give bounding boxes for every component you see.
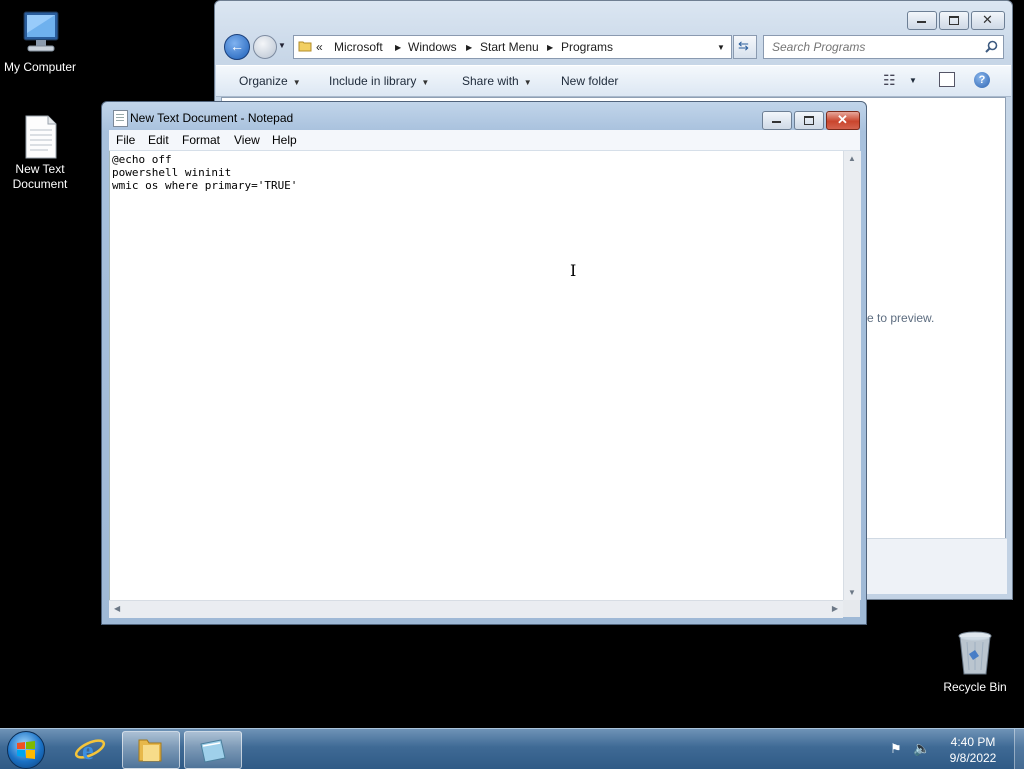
close-icon: ✕: [837, 112, 848, 127]
folder-icon: [298, 41, 312, 52]
back-button[interactable]: ←: [224, 34, 250, 60]
minimize-button[interactable]: [762, 111, 792, 130]
breadcrumb-separator-icon[interactable]: ▶: [395, 43, 401, 52]
command-bar: Organize ▼ Include in library ▼ Share with…: [216, 65, 1011, 97]
taskbar: e ⚑ 🔈 4:40 PM 9/8/2022: [0, 728, 1024, 769]
window-title: New Text Document - Notepad: [130, 111, 294, 125]
include-in-library-label: Include in library: [329, 74, 417, 88]
view-options-dropdown-icon[interactable]: ▼: [909, 76, 917, 85]
organize-menu[interactable]: Organize ▼: [239, 74, 301, 88]
close-button[interactable]: ✕: [826, 111, 860, 130]
text-editor[interactable]: [110, 151, 837, 598]
clock-time: 4:40 PM: [950, 735, 996, 749]
text-cursor-icon: I: [570, 261, 577, 280]
minimize-button[interactable]: [907, 11, 937, 30]
share-with-menu[interactable]: Share with ▼: [462, 74, 532, 88]
notepad-icon: [200, 739, 226, 763]
folder-icon: [138, 739, 162, 762]
start-button[interactable]: [7, 731, 45, 769]
internet-explorer-icon: e: [74, 736, 106, 764]
menu-view[interactable]: View: [234, 133, 260, 147]
menu-bar: File Edit Format View Help: [109, 130, 860, 151]
refresh-icon: ⇆: [738, 38, 749, 53]
desktop-icon-label: My Computer: [3, 60, 77, 74]
minimize-icon: [772, 121, 781, 123]
size-grip[interactable]: [843, 600, 860, 617]
recent-pages-dropdown-icon[interactable]: ▼: [278, 41, 286, 50]
menu-format[interactable]: Format: [182, 133, 220, 147]
share-with-label: Share with: [462, 74, 519, 88]
menu-edit[interactable]: Edit: [148, 133, 169, 147]
breadcrumb-separator-icon[interactable]: ▶: [547, 43, 553, 52]
desktop-icon-recycle-bin[interactable]: Recycle Bin: [935, 630, 1015, 695]
scroll-right-icon[interactable]: ▶: [832, 604, 838, 613]
desktop-icon-new-text-document[interactable]: New Text Document: [0, 114, 80, 192]
taskbar-windows-explorer[interactable]: [122, 731, 180, 769]
desktop-icon-label: New Text Document: [12, 162, 68, 191]
preview-pane-icon[interactable]: [939, 72, 955, 87]
organize-label: Organize: [239, 74, 288, 88]
search-icon: [985, 40, 998, 53]
details-pane: [867, 538, 1007, 594]
forward-button[interactable]: [253, 35, 277, 59]
close-button[interactable]: ✕: [971, 11, 1005, 30]
help-icon[interactable]: ?: [974, 72, 990, 88]
chevron-down-icon: ▼: [421, 78, 430, 87]
system-clock[interactable]: 4:40 PM 9/8/2022: [945, 734, 1001, 766]
show-desktop-button[interactable]: [1014, 729, 1024, 769]
windows-logo-icon: [17, 741, 35, 759]
breadcrumb-programs[interactable]: Programs: [561, 40, 613, 54]
menu-file[interactable]: File: [116, 133, 135, 147]
menu-help[interactable]: Help: [272, 133, 297, 147]
preview-pane-message: e to preview.: [867, 311, 935, 325]
scroll-up-icon[interactable]: ▲: [848, 154, 856, 163]
recycle-bin-icon: [958, 631, 992, 675]
breadcrumb-start-menu[interactable]: Start Menu: [480, 40, 539, 54]
clock-date: 9/8/2022: [949, 751, 997, 765]
new-folder-button[interactable]: New folder: [561, 74, 618, 88]
desktop-icon-label: Recycle Bin: [943, 680, 1007, 694]
notepad-window[interactable]: New Text Document - Notepad ✕ File Edit …: [101, 101, 867, 625]
maximize-button[interactable]: [939, 11, 969, 30]
breadcrumb-windows[interactable]: Windows: [408, 40, 457, 54]
maximize-icon: [949, 16, 959, 25]
action-center-icon[interactable]: ⚑: [890, 741, 902, 757]
scroll-down-icon[interactable]: ▼: [848, 588, 856, 597]
maximize-icon: [804, 116, 814, 125]
search-input[interactable]: [770, 37, 984, 57]
horizontal-scrollbar[interactable]: ◀ ▶: [109, 600, 843, 618]
include-in-library-menu[interactable]: Include in library ▼: [329, 74, 429, 88]
chevron-down-icon: ▼: [523, 78, 532, 87]
address-dropdown-icon[interactable]: ▼: [717, 43, 725, 52]
desktop-icon-my-computer[interactable]: My Computer: [0, 8, 80, 75]
search-box[interactable]: [763, 35, 1004, 59]
text-editor-area[interactable]: [109, 151, 843, 600]
taskbar-internet-explorer[interactable]: e: [62, 731, 118, 767]
volume-icon[interactable]: 🔈: [913, 740, 930, 757]
text-document-icon: [25, 115, 57, 159]
address-bar[interactable]: « Microsoft ▶ Windows ▶ Start Menu ▶ Pro…: [293, 35, 732, 59]
close-icon: ✕: [982, 12, 993, 27]
view-options-icon[interactable]: ☷: [883, 72, 896, 89]
arrow-left-icon: ←: [230, 38, 244, 54]
vertical-scrollbar[interactable]: ▲ ▼: [843, 151, 861, 600]
breadcrumb-microsoft[interactable]: Microsoft: [334, 40, 383, 54]
minimize-icon: [917, 21, 926, 23]
maximize-button[interactable]: [794, 111, 824, 130]
notepad-icon: [113, 110, 128, 127]
computer-icon: [23, 11, 59, 52]
breadcrumb-overflow[interactable]: «: [316, 40, 323, 54]
svg-text:e: e: [82, 736, 94, 764]
chevron-down-icon: ▼: [292, 78, 301, 87]
breadcrumb-separator-icon[interactable]: ▶: [466, 43, 472, 52]
taskbar-notepad[interactable]: [184, 731, 242, 769]
scroll-left-icon[interactable]: ◀: [114, 604, 120, 613]
refresh-button[interactable]: ⇆: [733, 35, 757, 59]
